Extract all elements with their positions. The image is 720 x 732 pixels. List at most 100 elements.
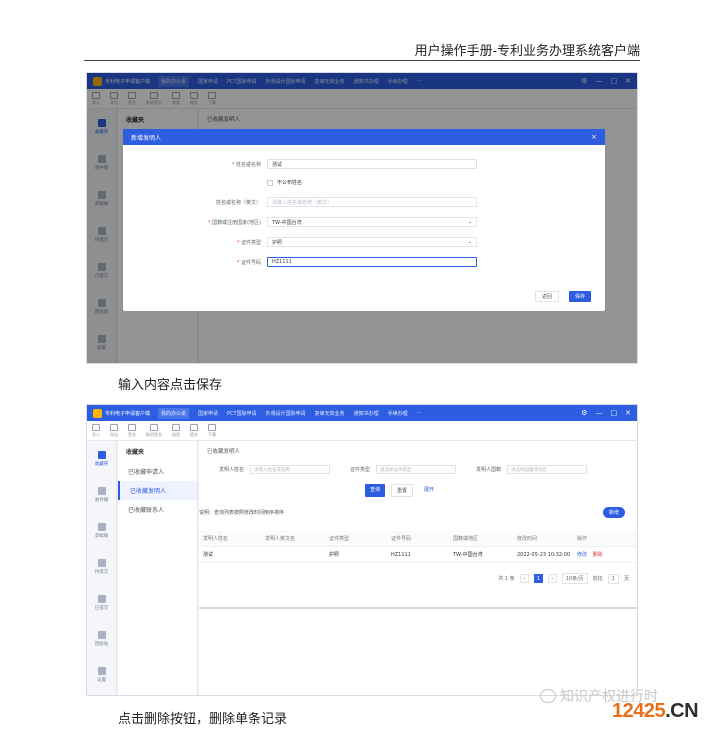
expand-link[interactable]: 展开: [419, 484, 439, 497]
subnav: 收藏夹 已收藏申请人 已收藏发明人 已收藏联系人: [118, 441, 198, 695]
sidebar: 收藏夹 收件箱 草稿箱 待提交 已提交 回收站 设置: [87, 441, 117, 695]
tip-bar: 说明：查询列表按照修改时间倒序排序 新增: [199, 507, 637, 518]
dialog-title: 新增发明人: [131, 134, 162, 142]
verify-button[interactable]: 校验: [172, 423, 180, 438]
tab-notice[interactable]: 通知书办理: [354, 410, 379, 417]
import-button[interactable]: 导入: [92, 423, 100, 438]
pagination: 共 1 条 ‹ 1 › 10条/页 前往 1 页: [498, 573, 629, 584]
field-label: 姓名或名称（英文）: [215, 199, 261, 206]
import-icon: [92, 423, 100, 431]
sidebar-item-submitted[interactable]: 已提交: [87, 585, 116, 621]
subnav-item-inventors[interactable]: 已收藏发明人: [118, 481, 197, 500]
horizontal-scrollbar[interactable]: [199, 607, 637, 609]
delete-button[interactable]: 删除: [593, 552, 603, 558]
checkbox-label: 不公布姓名: [277, 180, 303, 186]
country-select[interactable]: TW-中国台湾 ⌄: [267, 217, 477, 227]
total-count: 共 1 条: [498, 576, 515, 582]
inbox-icon: [97, 487, 106, 495]
new-inventor-dialog: 新增发明人 × * 姓名或名称 测试 不公布姓名 姓名或名称（英文） 请输入姓名…: [123, 129, 605, 311]
tab-more[interactable]: ···: [417, 410, 422, 416]
document-header: 用户操作手册-专利业务办理系统客户端: [414, 44, 640, 59]
trash-icon: [97, 631, 106, 639]
nationality-select[interactable]: 请选择国籍或地区: [507, 465, 588, 474]
hide-name-checkbox[interactable]: [267, 179, 273, 186]
send-icon: [190, 423, 198, 431]
reset-button[interactable]: 重置: [391, 484, 414, 497]
new-button[interactable]: 新增: [602, 507, 625, 518]
toolbar: 导入 导出 签名 取消签名 校验 提交 下载: [87, 421, 637, 441]
pending-icon: [97, 559, 106, 567]
export-button[interactable]: 导出: [110, 423, 118, 438]
sign-button[interactable]: 签名: [128, 423, 136, 438]
tab-national[interactable]: 国家申请: [198, 410, 218, 417]
field-label: 姓名或名称: [235, 161, 261, 168]
app-title: 专利电子申请客户端: [105, 410, 151, 417]
next-page-button[interactable]: ›: [547, 574, 557, 583]
cell-actions: 修改 删除: [577, 551, 637, 558]
dialog-header: 新增发明人 ×: [123, 129, 605, 145]
sidebar-item-favorites[interactable]: 收藏夹: [87, 441, 116, 477]
unsign-button[interactable]: 取消签名: [146, 423, 162, 438]
save-button[interactable]: 保存: [569, 291, 592, 302]
minimize-icon[interactable]: —: [596, 409, 603, 417]
caption-delete: 点击删除按钮，删除单条记录: [118, 712, 288, 727]
maximize-icon[interactable]: □: [611, 409, 618, 417]
name-input[interactable]: 测试: [267, 159, 477, 169]
page-unit: 页: [623, 576, 629, 582]
sidebar-item-drafts[interactable]: 草稿箱: [87, 513, 116, 549]
query-buttons: 查询 重置 展开: [365, 484, 439, 497]
settings-icon[interactable]: ⚙: [581, 409, 587, 417]
tab-design[interactable]: 外观设计国际申请: [266, 410, 306, 417]
tab-review[interactable]: 复审无效业务: [315, 410, 345, 417]
caption-save: 输入内容点击保存: [118, 378, 223, 393]
column-header: 修改时间: [517, 536, 538, 542]
column-header: 国籍或地区: [453, 536, 479, 542]
page-size-select[interactable]: 10条/页: [561, 573, 588, 584]
chevron-down-icon: ⌄: [467, 219, 472, 225]
screenshot-inventor-list: 专利电子申请客户端 我的办公桌 国家申请 PCT国际申请 外观设计国际申请 复审…: [86, 404, 638, 696]
back-button[interactable]: 返回: [535, 291, 560, 302]
sidebar-item-trash[interactable]: 回收站: [87, 621, 116, 657]
close-icon[interactable]: ×: [591, 133, 597, 141]
wechat-icon: [540, 689, 556, 703]
cell-id-type: 护照: [329, 552, 340, 558]
edit-button[interactable]: 修改: [577, 552, 587, 558]
sidebar-item-pending[interactable]: 待提交: [87, 549, 116, 585]
tab-pct[interactable]: PCT国际申请: [227, 410, 257, 417]
tab-procedure[interactable]: 手续办理: [388, 410, 408, 417]
field-name-row: * 姓名或名称 测试: [123, 159, 477, 169]
export-icon: [110, 423, 118, 431]
site-logo: 12425.CN: [612, 700, 699, 722]
tab-desk[interactable]: 我的办公桌: [158, 407, 190, 419]
english-name-input[interactable]: 请输入姓名或名称（英文）: [267, 197, 477, 207]
subnav-item-contacts[interactable]: 已收藏联系人: [118, 500, 197, 519]
goto-page-input[interactable]: 1: [607, 573, 619, 584]
filter-label: 证件类型: [350, 467, 371, 473]
field-hide-name-row: 不公布姓名: [123, 179, 302, 186]
column-header: 发明人姓名: [203, 536, 229, 542]
close-icon[interactable]: ✕: [625, 409, 631, 417]
sidebar-item-settings[interactable]: 设置: [87, 657, 116, 693]
field-label: 国籍或注册国家(地区): [212, 219, 261, 226]
download-button[interactable]: 下载: [208, 423, 216, 438]
gear-icon: [97, 667, 106, 675]
field-id-number-row: * 证件号码 HZ1111: [123, 257, 477, 267]
query-button[interactable]: 查询: [365, 484, 386, 497]
id-type-select[interactable]: 护照 ⌄: [267, 237, 477, 247]
id-number-input[interactable]: HZ1111: [267, 257, 477, 267]
subnav-title: 收藏夹: [126, 449, 145, 456]
field-label: 证件号码: [240, 259, 261, 266]
page-button[interactable]: 1: [533, 574, 543, 583]
submitted-icon: [97, 595, 106, 603]
modal-overlay: 新增发明人 × * 姓名或名称 测试 不公布姓名 姓名或名称（英文） 请输入姓名…: [87, 73, 637, 363]
pen-off-icon: [150, 423, 158, 431]
prev-page-button[interactable]: ‹: [519, 574, 529, 583]
cell-id-no: HZ1111: [391, 551, 411, 558]
download-icon: [208, 423, 216, 431]
submit-button[interactable]: 提交: [190, 423, 198, 438]
chevron-down-icon: ⌄: [467, 239, 472, 245]
id-type-select[interactable]: 请选择证件类型: [376, 465, 457, 474]
sidebar-item-inbox[interactable]: 收件箱: [87, 477, 116, 513]
subnav-item-applicants[interactable]: 已收藏申请人: [118, 462, 197, 481]
inventor-name-input[interactable]: 请输入姓名或名称: [250, 465, 331, 474]
